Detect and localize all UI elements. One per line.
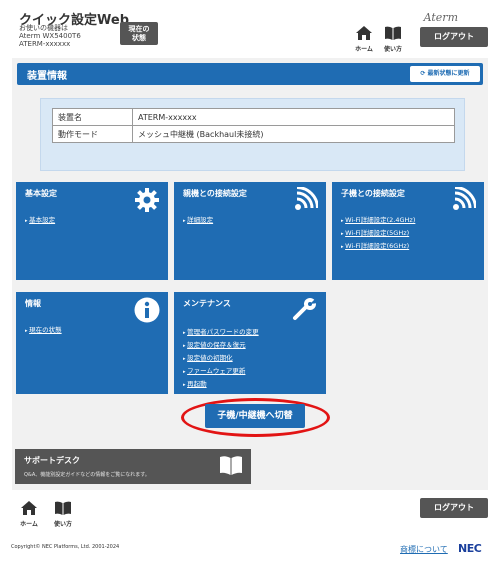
link-wifi-6ghz[interactable]: Wi-Fi詳細設定(6GHz) (341, 240, 415, 253)
link-current-status[interactable]: 現在の状態 (25, 324, 62, 337)
copyright: Copyright© NEC Platforms, Ltd. 2001-2024 (11, 544, 120, 550)
card-info: 情報 現在の状態 (16, 292, 168, 394)
card-child-connection: 子機との接続設定 Wi-Fi詳細設定(2.4GHz) Wi-Fi詳細設定(5GH… (332, 182, 484, 280)
card-title: 基本設定 (25, 189, 57, 198)
book-icon (385, 26, 401, 40)
link-save-restore[interactable]: 設定値の保存＆復元 (183, 339, 259, 352)
link-label: Wi-Fi詳細設定(2.4GHz) (345, 216, 416, 224)
link-admin-password[interactable]: 管理者パスワードの変更 (183, 326, 259, 339)
home-label: ホーム (20, 521, 38, 528)
link-label: ファームウェア更新 (187, 367, 246, 375)
link-detail-settings[interactable]: 詳細設定 (183, 214, 213, 227)
link-wifi-24ghz[interactable]: Wi-Fi詳細設定(2.4GHz) (341, 214, 415, 227)
card-links: Wi-Fi詳細設定(2.4GHz) Wi-Fi詳細設定(5GHz) Wi-Fi詳… (341, 214, 415, 253)
device-model: Aterm WX5400T6 (19, 32, 81, 40)
section-title: 装置情報 (27, 71, 67, 82)
refresh-label: 最新状態に更新 (427, 70, 470, 77)
wrench-icon (292, 297, 318, 327)
link-label: 現在の状態 (29, 326, 62, 334)
footer-logout-button[interactable]: ログアウト (420, 498, 488, 518)
help-label: 使い方 (383, 46, 402, 53)
operation-mode-value: メッシュ中継機 (Backhaul未接続) (132, 125, 455, 143)
card-links: 詳細設定 (183, 214, 213, 227)
wifi-icon (452, 186, 477, 215)
card-title: メンテナンス (183, 299, 231, 308)
help-label: 使い方 (53, 521, 72, 528)
link-label: 設定値の保存＆復元 (187, 341, 246, 349)
link-label: 基本設定 (29, 216, 56, 224)
card-title: 子機との接続設定 (341, 189, 405, 198)
book-icon (220, 456, 242, 475)
home-icon (21, 501, 37, 515)
card-title: 親機との接続設定 (183, 189, 247, 198)
device-name: ATERM-xxxxxx (19, 40, 71, 48)
card-parent-connection: 親機との接続設定 詳細設定 (174, 182, 326, 280)
link-label: 再起動 (187, 380, 207, 388)
link-label: 管理者パスワードの変更 (187, 328, 259, 336)
link-label: Wi-Fi詳細設定(5GHz) (345, 229, 410, 237)
home-icon (356, 26, 372, 40)
footer-nav: ホーム 使い方 ログアウト (0, 490, 500, 530)
switch-mode-button[interactable]: 子機/中継機へ切替 (205, 404, 305, 428)
footer-help-button[interactable]: 使い方 (50, 500, 76, 528)
link-firmware-update[interactable]: ファームウェア更新 (183, 365, 259, 378)
card-links: 管理者パスワードの変更 設定値の保存＆復元 設定値の初期化 ファームウェア更新 … (183, 326, 259, 391)
card-links: 現在の状態 (25, 324, 62, 337)
device-info-table: 装置名 ATERM-xxxxxx 動作モード メッシュ中継機 (Backhaul… (52, 108, 455, 143)
logout-button[interactable]: ログアウト (420, 27, 488, 47)
footer-home-button[interactable]: ホーム (16, 500, 42, 528)
link-wifi-5ghz[interactable]: Wi-Fi詳細設定(5GHz) (341, 227, 415, 240)
home-label: ホーム (355, 46, 373, 53)
current-state-button[interactable]: 現在の 状態 (120, 22, 158, 45)
card-maintenance: メンテナンス 管理者パスワードの変更 設定値の保存＆復元 設定値の初期化 ファー… (174, 292, 326, 394)
device-name-value: ATERM-xxxxxx (132, 108, 455, 126)
table-row: 装置名 ATERM-xxxxxx (52, 108, 455, 126)
header: クイック設定Web お使いの機器は Aterm WX5400T6 ATERM-x… (0, 0, 500, 58)
support-description: Q&A、機能別設定ガイドなどの情報をご覧になれます。 (24, 472, 150, 478)
link-initialize[interactable]: 設定値の初期化 (183, 352, 259, 365)
link-label: 詳細設定 (187, 216, 214, 224)
support-desk-button[interactable]: サポートデスク Q&A、機能別設定ガイドなどの情報をご覧になれます。 (15, 449, 251, 484)
link-basic-settings[interactable]: 基本設定 (25, 214, 55, 227)
link-reboot[interactable]: 再起動 (183, 378, 259, 391)
wifi-icon (294, 186, 319, 215)
support-title: サポートデスク (24, 456, 80, 465)
link-label: Wi-Fi詳細設定(6GHz) (345, 242, 410, 250)
card-links: 基本設定 (25, 214, 55, 227)
operation-mode-key: 動作モード (52, 125, 133, 143)
refresh-button[interactable]: ⟳ 最新状態に更新 (410, 66, 480, 82)
card-basic-settings: 基本設定 基本設定 (16, 182, 168, 280)
home-button[interactable]: ホーム (351, 25, 377, 53)
device-label: お使いの機器は Aterm WX5400T6 ATERM-xxxxxx (19, 24, 81, 48)
trademark-link[interactable]: 商標について (400, 544, 448, 555)
device-info-header: 装置情報 ⟳ 最新状態に更新 (17, 63, 483, 85)
card-title: 情報 (25, 299, 41, 308)
gear-icon (134, 187, 160, 217)
info-icon (134, 297, 160, 327)
device-info-box: 装置名 ATERM-xxxxxx 動作モード メッシュ中継機 (Backhaul… (40, 98, 465, 171)
device-label-line: お使いの機器は (19, 24, 68, 32)
help-button[interactable]: 使い方 (380, 25, 406, 53)
aterm-logo: Aterm (423, 11, 458, 24)
refresh-icon: ⟳ (420, 70, 426, 77)
device-name-key: 装置名 (52, 108, 133, 126)
table-row: 動作モード メッシュ中継機 (Backhaul未接続) (52, 125, 455, 143)
book-icon (55, 501, 71, 515)
nec-logo: NEC (458, 542, 482, 555)
link-label: 設定値の初期化 (187, 354, 233, 362)
